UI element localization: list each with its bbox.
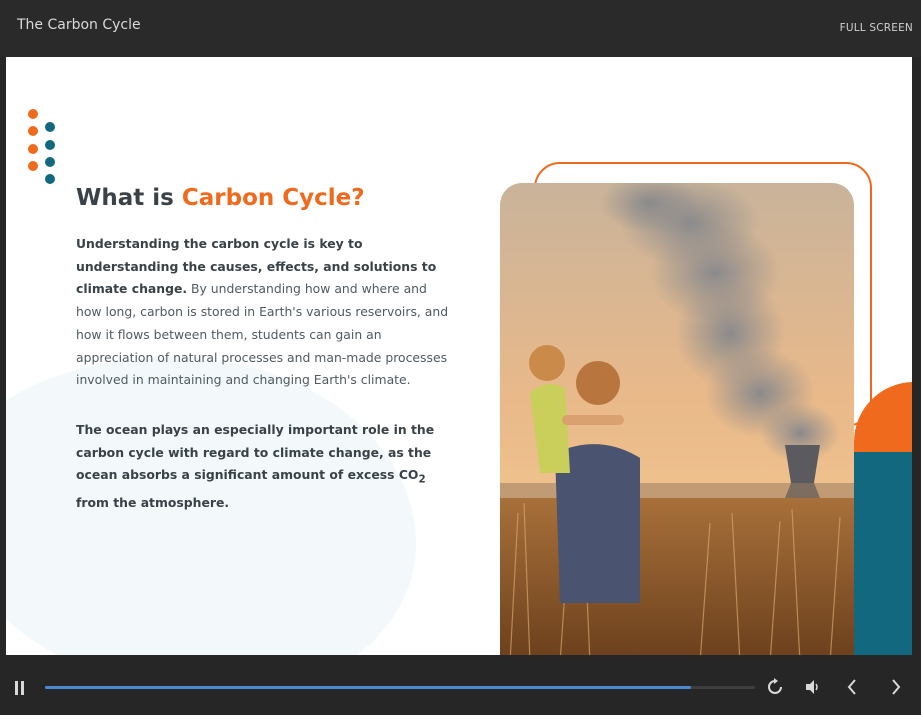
replay-icon[interactable]	[767, 678, 783, 700]
progress-fill	[45, 686, 692, 689]
fullscreen-button[interactable]: FULL SCREEN	[840, 22, 913, 34]
player-controls	[0, 655, 921, 715]
app-title: The Carbon Cycle	[17, 17, 141, 33]
next-icon[interactable]	[890, 678, 902, 700]
title-bar: The Carbon Cycle FULL SCREEN	[0, 0, 921, 57]
intro-text: By understanding how and where and how l…	[76, 281, 449, 388]
decor-dot	[28, 161, 38, 171]
volume-icon[interactable]	[804, 678, 822, 700]
photo-illustration	[500, 183, 854, 655]
co2-subscript: 2	[418, 473, 426, 486]
decor-dot	[45, 122, 55, 132]
progress-bar[interactable]	[45, 686, 755, 689]
ocean-text: The ocean plays an especially important …	[76, 422, 435, 483]
ocean-paragraph: The ocean plays an especially important …	[76, 419, 454, 514]
prev-icon[interactable]	[846, 678, 858, 700]
decor-dot	[28, 126, 38, 136]
decor-dot	[28, 109, 38, 119]
pause-icon[interactable]	[15, 681, 25, 695]
heading-accent: Carbon Cycle?	[181, 185, 365, 211]
climate-photo	[500, 183, 854, 655]
heading-prefix: What is	[76, 185, 182, 211]
decor-dot	[45, 157, 55, 167]
intro-paragraph: Understanding the carbon cycle is key to…	[76, 233, 454, 392]
slide-heading: What is Carbon Cycle?	[76, 185, 365, 211]
decor-dot	[45, 140, 55, 150]
slide: What is Carbon Cycle? Understanding the …	[6, 57, 912, 655]
decor-dot	[45, 174, 55, 184]
decor-dot	[28, 144, 38, 154]
ocean-text-end: from the atmosphere.	[76, 494, 230, 510]
